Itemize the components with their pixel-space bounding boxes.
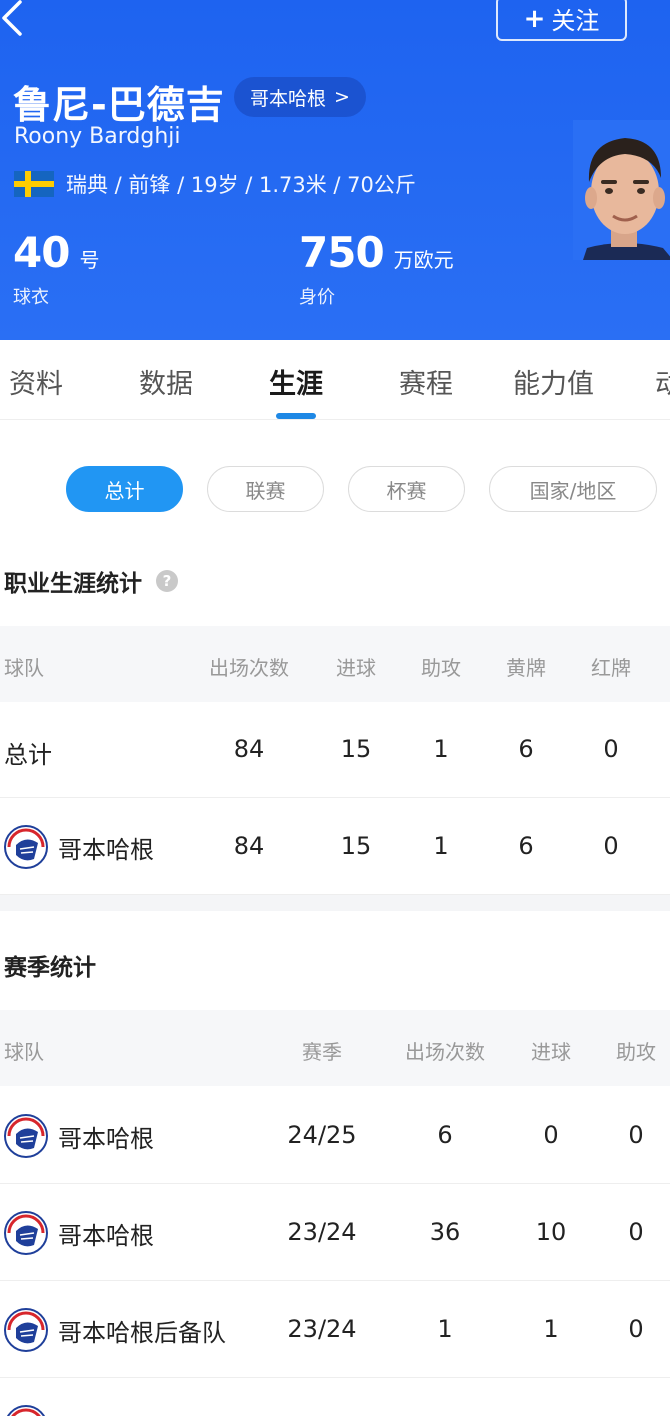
player-avatar — [573, 120, 670, 260]
season-stats-title: 赛季统计 — [4, 948, 96, 982]
jersey-label: 球衣 — [13, 287, 49, 308]
fc-copenhagen-logo-icon — [4, 1114, 48, 1158]
market-value-stat: 750 万欧元 身价 — [299, 228, 454, 309]
table-row[interactable]: 哥本哈根 23/24 36 10 0 — [0, 1185, 670, 1281]
plus-icon: + — [523, 3, 546, 34]
career-team: 哥本哈根 — [58, 835, 154, 864]
fc-copenhagen-logo-icon — [4, 1211, 48, 1255]
filter-league[interactable]: 联赛 — [207, 466, 324, 512]
fc-copenhagen-logo-icon — [6, 1405, 46, 1416]
team-cell: 哥本哈根 — [4, 825, 154, 869]
season-th-team: 球队 — [4, 1040, 44, 1064]
career-goals: 15 — [340, 735, 372, 763]
season-year: 23/24 — [287, 1218, 357, 1246]
player-name-en: Roony Bardghji — [14, 124, 181, 149]
career-th-assists: 助攻 — [421, 656, 461, 680]
filter-cup[interactable]: 杯赛 — [348, 466, 465, 512]
market-value: 750 — [299, 228, 385, 277]
season-assists: 0 — [628, 1218, 644, 1246]
table-row[interactable]: 总计 84 15 1 6 0 — [0, 702, 670, 798]
career-yellow: 6 — [518, 735, 534, 763]
fc-copenhagen-logo-icon — [4, 1308, 48, 1352]
sweden-flag-icon — [14, 171, 54, 197]
section-divider — [0, 895, 670, 911]
career-assists: 1 — [433, 832, 449, 860]
player-name-cn: 鲁尼-巴德吉 — [13, 83, 225, 127]
season-year: 24/25 — [287, 1121, 357, 1149]
season-apps: 6 — [437, 1121, 453, 1149]
team-cell: 哥本哈根后备队 — [4, 1308, 226, 1352]
season-th-season: 赛季 — [302, 1040, 342, 1064]
tab-schedule[interactable]: 赛程 — [399, 362, 453, 401]
tab-more[interactable]: 动 — [655, 362, 670, 401]
jersey-stat: 40 号 球衣 — [13, 228, 99, 309]
career-stats-title: 职业生涯统计 ? — [4, 564, 178, 598]
season-goals: 1 — [543, 1315, 559, 1343]
chevron-left-icon — [2, 0, 22, 36]
career-stats-title-text: 职业生涯统计 — [4, 571, 142, 597]
player-bio: 瑞典 / 前锋 / 19岁 / 1.73米 / 70公斤 — [14, 169, 416, 199]
career-apps: 84 — [233, 832, 265, 860]
season-year: 23/24 — [287, 1315, 357, 1343]
career-apps: 84 — [233, 735, 265, 763]
tab-career[interactable]: 生涯 — [269, 362, 323, 401]
back-button[interactable] — [0, 0, 40, 40]
follow-button[interactable]: + 关注 — [496, 0, 627, 41]
club-link-label: 哥本哈根 — [250, 87, 327, 110]
career-th-red: 红牌 — [591, 656, 631, 680]
filter-national[interactable]: 国家/地区 — [489, 466, 657, 512]
season-th-assists: 助攻 — [616, 1040, 656, 1064]
career-table-header: 球队 出场次数 进球 助攻 黄牌 红牌 — [0, 626, 670, 702]
season-apps: 1 — [437, 1315, 453, 1343]
season-assists: 0 — [628, 1121, 644, 1149]
team-cell: 哥本哈根 — [4, 1114, 154, 1158]
career-assists: 1 — [433, 735, 449, 763]
season-apps: 36 — [429, 1218, 461, 1246]
season-assists: 0 — [628, 1315, 644, 1343]
team-cell: 哥本哈根 — [4, 1211, 154, 1255]
season-team: 哥本哈根后备队 — [58, 1318, 226, 1347]
jersey-number: 40 — [13, 228, 70, 277]
table-row[interactable]: 哥本哈根 24/25 6 0 0 — [0, 1088, 670, 1184]
career-team: 总计 — [4, 741, 52, 769]
fc-copenhagen-logo-icon — [4, 825, 48, 869]
filter-total[interactable]: 总计 — [66, 466, 183, 512]
season-goals: 10 — [535, 1218, 567, 1246]
career-th-apps: 出场次数 — [209, 656, 289, 680]
season-team: 哥本哈根 — [58, 1221, 154, 1250]
question-circle-icon[interactable]: ? — [156, 570, 178, 592]
active-tab-indicator — [276, 413, 316, 419]
player-header: + 关注 鲁尼-巴德吉 哥本哈根 > Roony Bardghji 瑞典 / 前… — [0, 0, 670, 340]
career-goals: 15 — [340, 832, 372, 860]
career-th-team: 球队 — [4, 656, 44, 680]
tab-bar: 资料 数据 生涯 赛程 能力值 动 — [0, 340, 670, 420]
table-row[interactable]: 哥本哈根 84 15 1 6 0 — [0, 799, 670, 895]
career-red: 0 — [603, 735, 619, 763]
jersey-unit: 号 — [79, 248, 100, 272]
bio-text: 瑞典 / 前锋 / 19岁 / 1.73米 / 70公斤 — [66, 173, 416, 197]
career-red: 0 — [603, 832, 619, 860]
season-team: 哥本哈根 — [58, 1124, 154, 1153]
career-th-goals: 进球 — [336, 656, 376, 680]
market-value-unit: 万欧元 — [393, 248, 454, 272]
tab-stats[interactable]: 数据 — [139, 362, 193, 401]
team-cell — [4, 1405, 58, 1416]
club-link[interactable]: 哥本哈根 > — [234, 77, 366, 117]
table-row[interactable] — [0, 1379, 670, 1416]
club-link-arrow: > — [334, 86, 350, 108]
market-value-label: 身价 — [299, 287, 335, 308]
follow-label: 关注 — [551, 7, 600, 35]
season-table-header: 球队 赛季 出场次数 进球 助攻 — [0, 1010, 670, 1086]
season-stats-title-text: 赛季统计 — [4, 955, 96, 981]
season-goals: 0 — [543, 1121, 559, 1149]
tab-ability[interactable]: 能力值 — [513, 362, 594, 401]
career-yellow: 6 — [518, 832, 534, 860]
table-row[interactable]: 哥本哈根后备队 23/24 1 1 0 — [0, 1282, 670, 1378]
tab-profile[interactable]: 资料 — [9, 362, 63, 401]
season-th-goals: 进球 — [531, 1040, 571, 1064]
career-th-yellow: 黄牌 — [506, 656, 546, 680]
season-th-apps: 出场次数 — [405, 1040, 485, 1064]
